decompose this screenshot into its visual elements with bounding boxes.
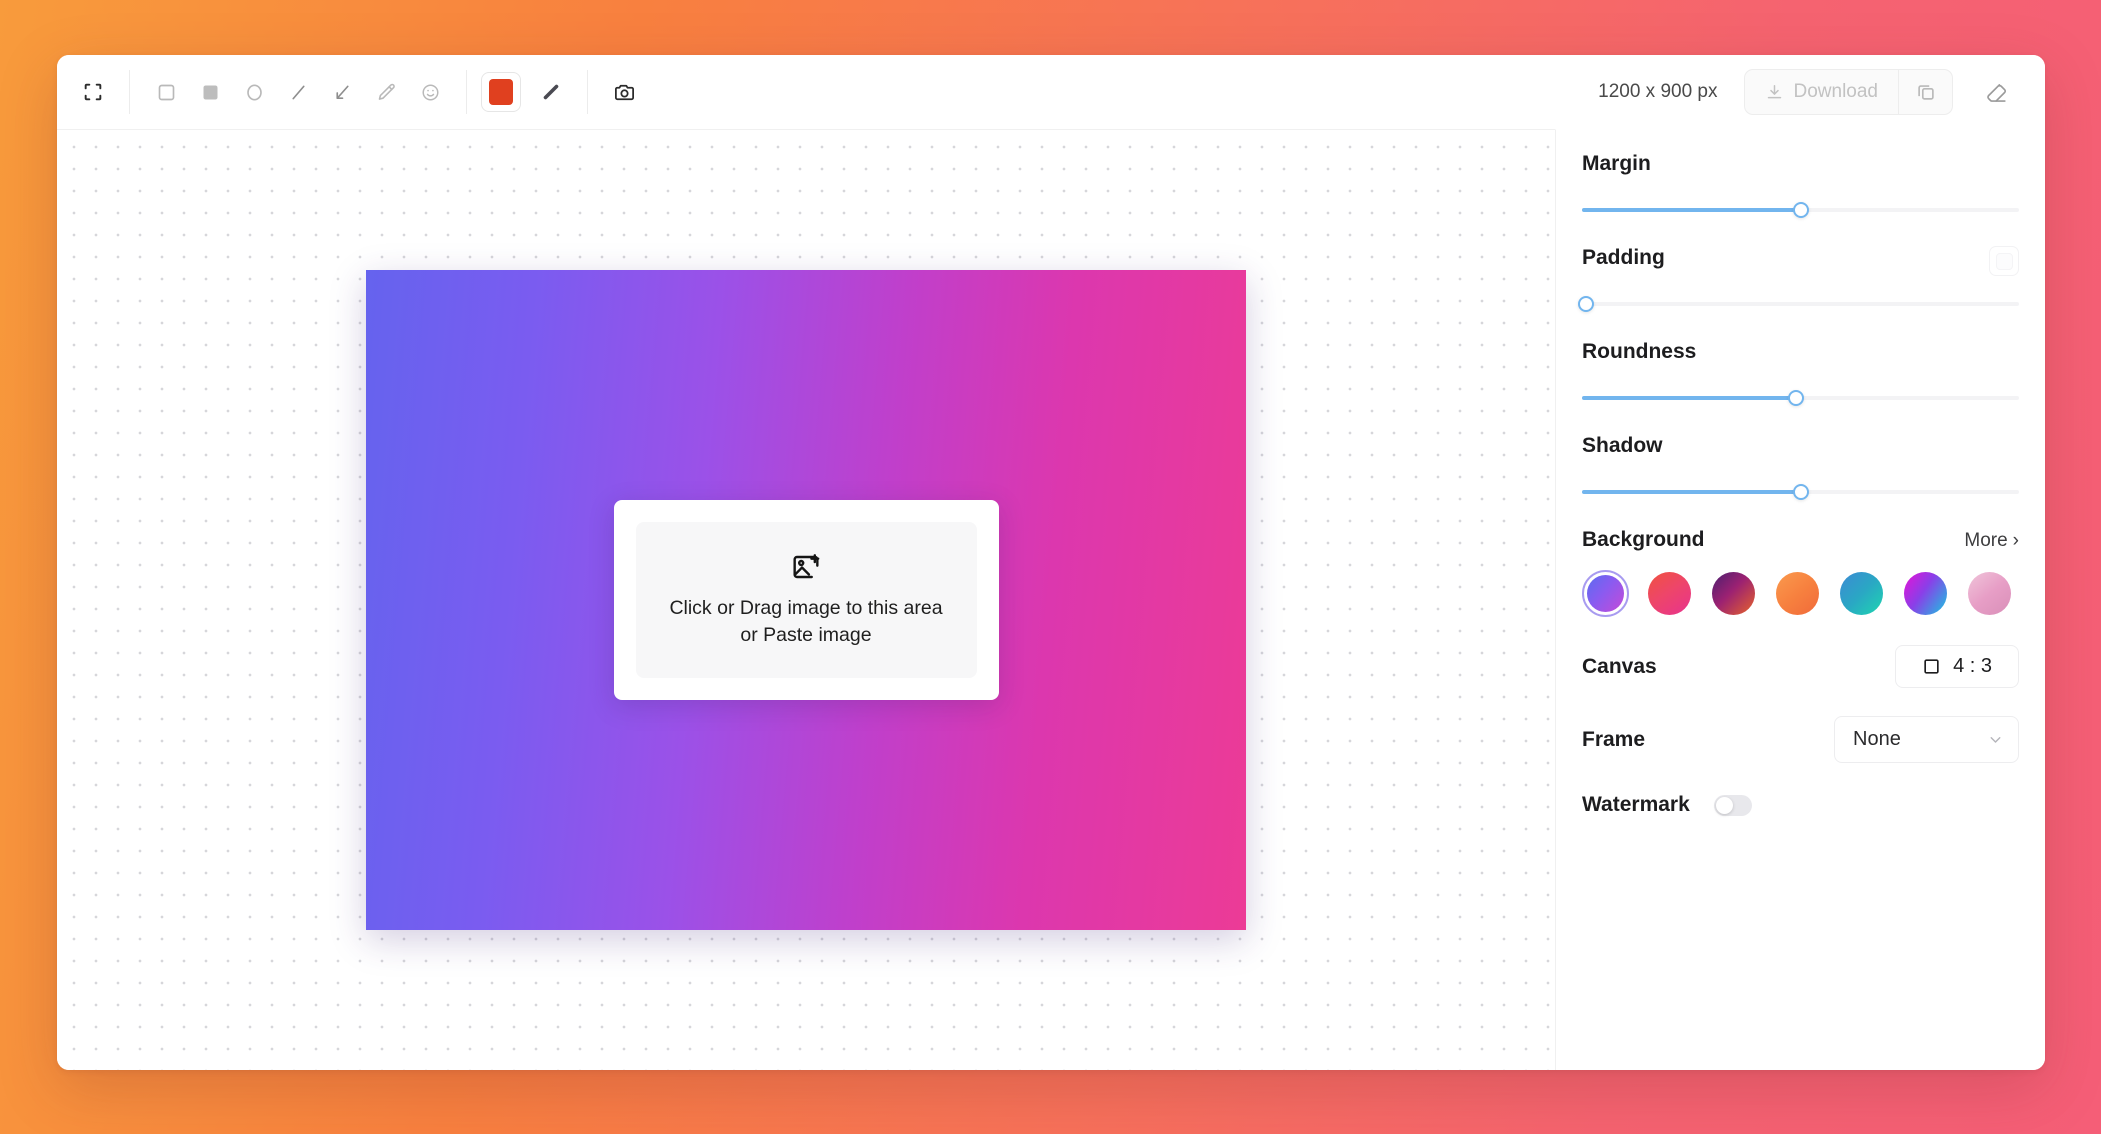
square-icon: [1922, 657, 1941, 676]
rectangle-outline-icon[interactable]: [144, 72, 188, 112]
canvas-ratio-button[interactable]: 4 : 3: [1895, 645, 2019, 688]
padding-lock-button[interactable]: [1989, 246, 2019, 276]
image-dropzone[interactable]: Click or Drag image to this area or Past…: [635, 522, 977, 678]
window-body: Click or Drag image to this area or Past…: [57, 129, 2045, 1070]
swatch-fill: [1968, 572, 2011, 615]
canvas-ratio-row: Canvas 4 : 3: [1582, 645, 2019, 688]
padding-head: Padding: [1582, 246, 2019, 288]
watermark-row: Watermark: [1582, 785, 2019, 825]
watermark-label: Watermark: [1582, 793, 1690, 816]
margin-slider-fill: [1582, 208, 1801, 212]
roundness-label: Roundness: [1582, 340, 1697, 363]
stroke-width-icon[interactable]: [529, 72, 573, 112]
shadow-head: Shadow: [1582, 434, 2019, 476]
toolbar-group-style: [466, 70, 587, 114]
background-swatch-list: [1582, 570, 2019, 617]
image-plus-icon: [790, 551, 822, 583]
canvas-dimensions-label: 1200 x 900 px: [1598, 81, 1718, 102]
download-group: Download: [1743, 69, 1953, 115]
camera-icon[interactable]: [602, 72, 646, 112]
eraser-icon[interactable]: [1969, 69, 2023, 115]
download-label: Download: [1793, 81, 1879, 102]
margin-slider-thumb[interactable]: [1792, 202, 1809, 218]
roundness-slider-thumb[interactable]: [1788, 390, 1805, 406]
toolbar-right-group: 1200 x 900 px Download: [1598, 69, 2045, 115]
frame-row: Frame None: [1582, 716, 2019, 763]
setting-background: Background More ›: [1582, 528, 2019, 617]
margin-label: Margin: [1582, 152, 1651, 175]
background-swatch-pink-rose[interactable]: [1966, 570, 2013, 617]
toolbar-group-capture: [587, 70, 660, 114]
padding-slider-thumb[interactable]: [1578, 296, 1594, 312]
line-icon[interactable]: [276, 72, 320, 112]
stroke-color-swatch[interactable]: [481, 72, 521, 112]
setting-margin: Margin: [1582, 152, 2019, 220]
ellipse-icon[interactable]: [232, 72, 276, 112]
copy-icon[interactable]: [1898, 70, 1952, 114]
background-swatch-orange[interactable]: [1774, 570, 1821, 617]
watermark-toggle[interactable]: [1713, 794, 1752, 816]
padding-slider[interactable]: [1578, 294, 2019, 314]
dropzone-line1: Click or Drag image to this area: [669, 597, 943, 620]
swatch-fill: [1776, 572, 1819, 615]
swatch-fill: [1840, 572, 1883, 615]
chevron-down-icon: [1987, 731, 2004, 748]
background-swatch-red-pink[interactable]: [1646, 570, 1693, 617]
chevron-right-icon: ›: [2012, 530, 2019, 551]
dropzone-card: Click or Drag image to this area or Past…: [613, 500, 999, 700]
emoji-icon[interactable]: [408, 72, 452, 112]
canvas-ratio-value: 4 : 3: [1953, 655, 1992, 677]
shadow-slider-fill: [1582, 490, 1801, 494]
background-more-link[interactable]: More ›: [1964, 530, 2019, 552]
swatch-fill: [1712, 572, 1755, 615]
frame-select[interactable]: None: [1834, 716, 2019, 763]
setting-roundness: Roundness: [1582, 340, 2019, 408]
roundness-slider-fill: [1582, 396, 1797, 400]
margin-slider[interactable]: [1582, 200, 2019, 220]
background-head: Background More ›: [1582, 528, 2019, 552]
padding-lock-icon: [1995, 252, 2013, 270]
shadow-slider[interactable]: [1582, 482, 2019, 502]
more-label: More: [1964, 530, 2008, 551]
roundness-head: Roundness: [1582, 340, 2019, 382]
swatch-fill: [1587, 575, 1624, 612]
frame-value: None: [1853, 728, 1901, 750]
margin-head: Margin: [1582, 152, 2019, 194]
pencil-icon[interactable]: [364, 72, 408, 112]
top-toolbar: 1200 x 900 px Download: [57, 55, 2045, 129]
download-icon: [1765, 83, 1784, 102]
canvas-label: Canvas: [1582, 654, 1657, 678]
toolbar-group-crop: [57, 70, 129, 114]
crop-icon[interactable]: [71, 72, 115, 112]
preview-canvas[interactable]: Click or Drag image to this area or Past…: [366, 270, 1246, 930]
setting-shadow: Shadow: [1582, 434, 2019, 502]
background-label: Background: [1582, 528, 1705, 551]
frame-label: Frame: [1582, 727, 1646, 751]
arrow-icon[interactable]: [320, 72, 364, 112]
padding-label: Padding: [1582, 246, 1665, 269]
padding-slider-track: [1582, 302, 2019, 306]
dropzone-line2: or Paste image: [740, 624, 872, 646]
watermark-toggle-knob: [1715, 796, 1733, 814]
rectangle-filled-icon[interactable]: [188, 72, 232, 112]
background-swatch-purple-orange[interactable]: [1710, 570, 1757, 617]
shadow-slider-thumb[interactable]: [1792, 484, 1809, 500]
toolbar-group-shapes: [129, 70, 466, 114]
setting-padding: Padding: [1578, 246, 2019, 314]
stroke-color-chip: [489, 79, 513, 105]
dropzone-text: Click or Drag image to this area or Past…: [669, 595, 942, 649]
background-swatch-violet-magenta[interactable]: [1582, 570, 1629, 617]
shadow-label: Shadow: [1582, 434, 1663, 457]
download-button[interactable]: Download: [1745, 70, 1899, 114]
canvas-area[interactable]: Click or Drag image to this area or Past…: [57, 129, 1555, 1070]
background-swatch-magenta-cyan[interactable]: [1902, 570, 1949, 617]
swatch-fill: [1904, 572, 1947, 615]
background-swatch-blue-teal[interactable]: [1838, 570, 1885, 617]
swatch-fill: [1648, 572, 1691, 615]
roundness-slider[interactable]: [1582, 388, 2019, 408]
app-window: 1200 x 900 px Download Click or Drag ima…: [57, 55, 2045, 1070]
settings-sidebar: Margin Padding Roundness Shadow Backgrou…: [1555, 129, 2045, 1070]
